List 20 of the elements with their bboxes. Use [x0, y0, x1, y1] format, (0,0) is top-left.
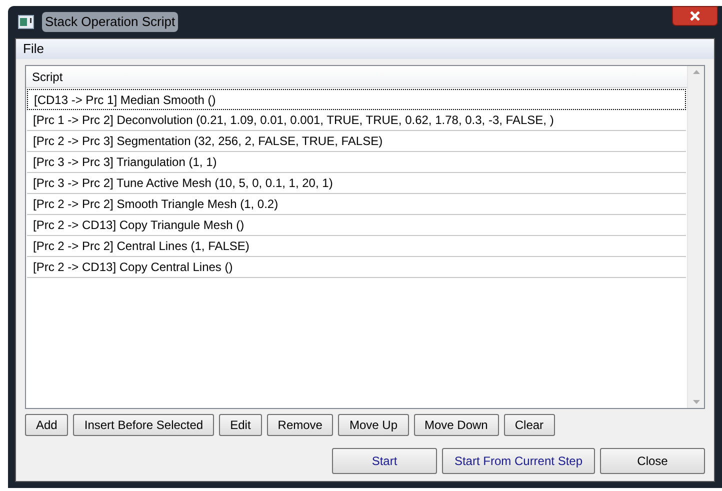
action-button[interactable]: Insert Before Selected [73, 414, 214, 436]
action-button[interactable]: Start [332, 448, 437, 474]
action-button[interactable]: Add [25, 414, 68, 436]
script-row[interactable]: [CD13 -> Prc 1] Median Smooth () [27, 89, 686, 110]
close-button[interactable] [672, 6, 718, 26]
scroll-down-icon[interactable] [692, 400, 700, 404]
action-button[interactable]: Clear [504, 414, 555, 436]
menu-item[interactable]: File [20, 39, 47, 59]
action-button[interactable]: Start From Current Step [442, 448, 595, 474]
action-button[interactable]: Edit [219, 414, 262, 436]
app-icon [18, 15, 34, 29]
action-button[interactable]: Remove [266, 414, 334, 436]
close-icon [690, 11, 700, 21]
action-button[interactable]: Move Down [414, 414, 499, 436]
window-title: Stack Operation Script [42, 12, 178, 32]
column-header[interactable]: Script [26, 66, 687, 87]
scrollbar[interactable] [687, 66, 704, 408]
action-button[interactable]: Move Up [338, 414, 408, 436]
action-button[interactable]: Close [600, 448, 705, 474]
scroll-up-icon[interactable] [692, 70, 700, 74]
